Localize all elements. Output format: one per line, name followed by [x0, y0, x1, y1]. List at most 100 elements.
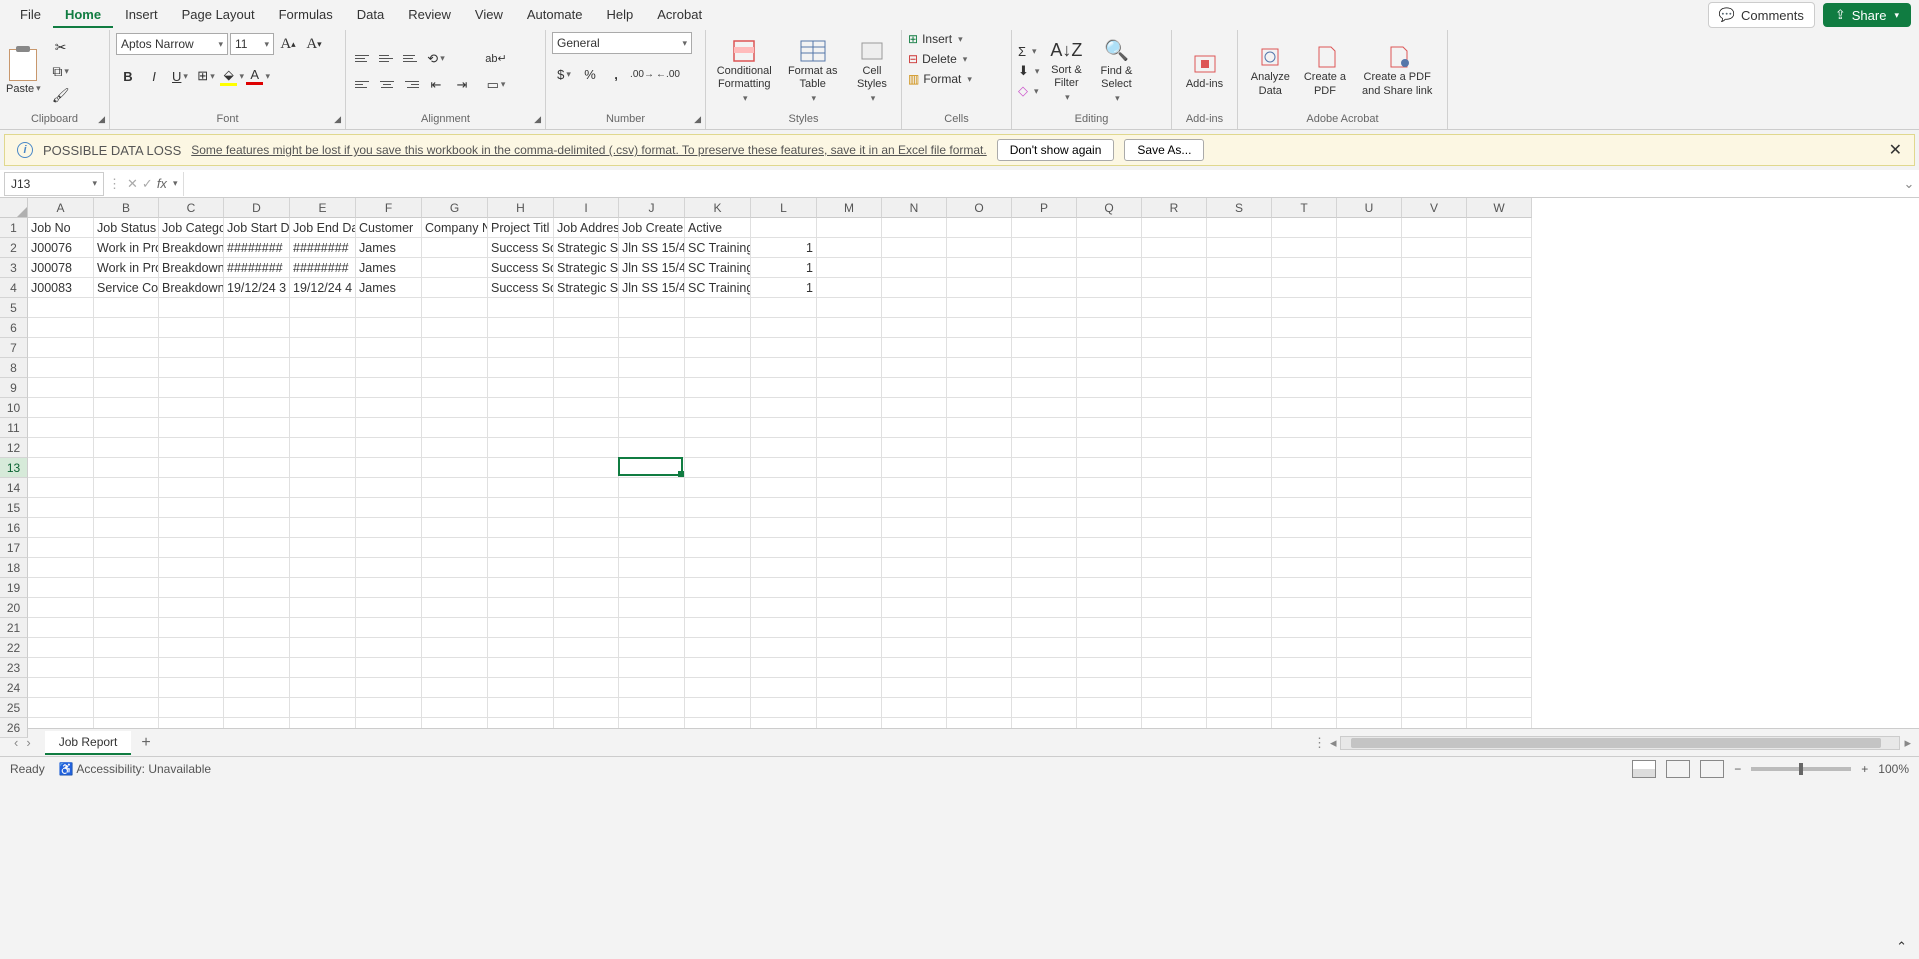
- cell-S3[interactable]: [1207, 258, 1272, 278]
- cell-O21[interactable]: [947, 618, 1012, 638]
- cell-I21[interactable]: [554, 618, 619, 638]
- cell-E23[interactable]: [290, 658, 356, 678]
- cell-F6[interactable]: [356, 318, 422, 338]
- normal-view-icon[interactable]: [1632, 760, 1656, 778]
- cell-E14[interactable]: [290, 478, 356, 498]
- increase-indent-icon[interactable]: ⇥: [450, 73, 474, 97]
- cell-F25[interactable]: [356, 698, 422, 718]
- cell-R14[interactable]: [1142, 478, 1207, 498]
- cell-U6[interactable]: [1337, 318, 1402, 338]
- cell-A4[interactable]: J00083: [28, 278, 94, 298]
- paste-icon[interactable]: [9, 49, 37, 81]
- page-break-view-icon[interactable]: [1700, 760, 1724, 778]
- cell-C13[interactable]: [159, 458, 224, 478]
- cell-P21[interactable]: [1012, 618, 1077, 638]
- col-header-I[interactable]: I: [554, 198, 619, 218]
- cell-J25[interactable]: [619, 698, 685, 718]
- cell-D19[interactable]: [224, 578, 290, 598]
- cell-G14[interactable]: [422, 478, 488, 498]
- col-header-E[interactable]: E: [290, 198, 356, 218]
- cell-B6[interactable]: [94, 318, 159, 338]
- cell-N12[interactable]: [882, 438, 947, 458]
- cell-K21[interactable]: [685, 618, 751, 638]
- cell-N17[interactable]: [882, 538, 947, 558]
- cell-B11[interactable]: [94, 418, 159, 438]
- cell-O2[interactable]: [947, 238, 1012, 258]
- cell-I3[interactable]: Strategic S: [554, 258, 619, 278]
- cell-T9[interactable]: [1272, 378, 1337, 398]
- cell-E19[interactable]: [290, 578, 356, 598]
- cell-R8[interactable]: [1142, 358, 1207, 378]
- cell-E17[interactable]: [290, 538, 356, 558]
- cell-N8[interactable]: [882, 358, 947, 378]
- cell-M17[interactable]: [817, 538, 882, 558]
- cell-V1[interactable]: [1402, 218, 1467, 238]
- cell-I1[interactable]: Job Addres: [554, 218, 619, 238]
- cell-N10[interactable]: [882, 398, 947, 418]
- sheet-menu-icon[interactable]: ⋮: [1313, 735, 1326, 751]
- cell-W18[interactable]: [1467, 558, 1532, 578]
- cell-T11[interactable]: [1272, 418, 1337, 438]
- cell-C18[interactable]: [159, 558, 224, 578]
- page-layout-view-icon[interactable]: [1666, 760, 1690, 778]
- cell-N11[interactable]: [882, 418, 947, 438]
- cell-L6[interactable]: [751, 318, 817, 338]
- cell-U23[interactable]: [1337, 658, 1402, 678]
- cell-K4[interactable]: SC Training: [685, 278, 751, 298]
- tab-page-layout[interactable]: Page Layout: [170, 3, 267, 28]
- cell-W9[interactable]: [1467, 378, 1532, 398]
- cell-T3[interactable]: [1272, 258, 1337, 278]
- cell-K20[interactable]: [685, 598, 751, 618]
- row-header-17[interactable]: 17: [0, 538, 28, 558]
- tab-acrobat[interactable]: Acrobat: [645, 3, 714, 28]
- cell-F18[interactable]: [356, 558, 422, 578]
- cell-L5[interactable]: [751, 298, 817, 318]
- cell-W25[interactable]: [1467, 698, 1532, 718]
- dont-show-button[interactable]: Don't show again: [997, 139, 1115, 161]
- cell-S24[interactable]: [1207, 678, 1272, 698]
- cell-A14[interactable]: [28, 478, 94, 498]
- cell-I2[interactable]: Strategic S: [554, 238, 619, 258]
- cell-K15[interactable]: [685, 498, 751, 518]
- cell-R3[interactable]: [1142, 258, 1207, 278]
- cell-M24[interactable]: [817, 678, 882, 698]
- cell-S4[interactable]: [1207, 278, 1272, 298]
- cell-U10[interactable]: [1337, 398, 1402, 418]
- cell-V6[interactable]: [1402, 318, 1467, 338]
- borders-button[interactable]: ⊞▾: [194, 64, 218, 88]
- cell-D16[interactable]: [224, 518, 290, 538]
- cell-R24[interactable]: [1142, 678, 1207, 698]
- cell-S9[interactable]: [1207, 378, 1272, 398]
- cell-T26[interactable]: [1272, 718, 1337, 728]
- cell-V3[interactable]: [1402, 258, 1467, 278]
- cell-U17[interactable]: [1337, 538, 1402, 558]
- decrease-decimal-icon[interactable]: ←.00: [656, 62, 680, 86]
- enter-formula-icon[interactable]: ✓: [142, 176, 153, 192]
- cell-Q22[interactable]: [1077, 638, 1142, 658]
- cell-E26[interactable]: [290, 718, 356, 728]
- cell-W21[interactable]: [1467, 618, 1532, 638]
- cell-I18[interactable]: [554, 558, 619, 578]
- cell-C16[interactable]: [159, 518, 224, 538]
- cell-D8[interactable]: [224, 358, 290, 378]
- cell-N7[interactable]: [882, 338, 947, 358]
- row-header-24[interactable]: 24: [0, 678, 28, 698]
- cell-D23[interactable]: [224, 658, 290, 678]
- cell-L15[interactable]: [751, 498, 817, 518]
- cell-A19[interactable]: [28, 578, 94, 598]
- decrease-font-icon[interactable]: A▾: [302, 32, 326, 56]
- cell-C21[interactable]: [159, 618, 224, 638]
- cell-H21[interactable]: [488, 618, 554, 638]
- cell-W8[interactable]: [1467, 358, 1532, 378]
- cell-T10[interactable]: [1272, 398, 1337, 418]
- cell-K14[interactable]: [685, 478, 751, 498]
- row-header-16[interactable]: 16: [0, 518, 28, 538]
- cell-H22[interactable]: [488, 638, 554, 658]
- col-header-M[interactable]: M: [817, 198, 882, 218]
- format-as-table-button[interactable]: Format as Table▾: [780, 37, 844, 107]
- cell-M1[interactable]: [817, 218, 882, 238]
- cell-W10[interactable]: [1467, 398, 1532, 418]
- cell-B10[interactable]: [94, 398, 159, 418]
- close-icon[interactable]: ✕: [1889, 140, 1902, 160]
- cell-F7[interactable]: [356, 338, 422, 358]
